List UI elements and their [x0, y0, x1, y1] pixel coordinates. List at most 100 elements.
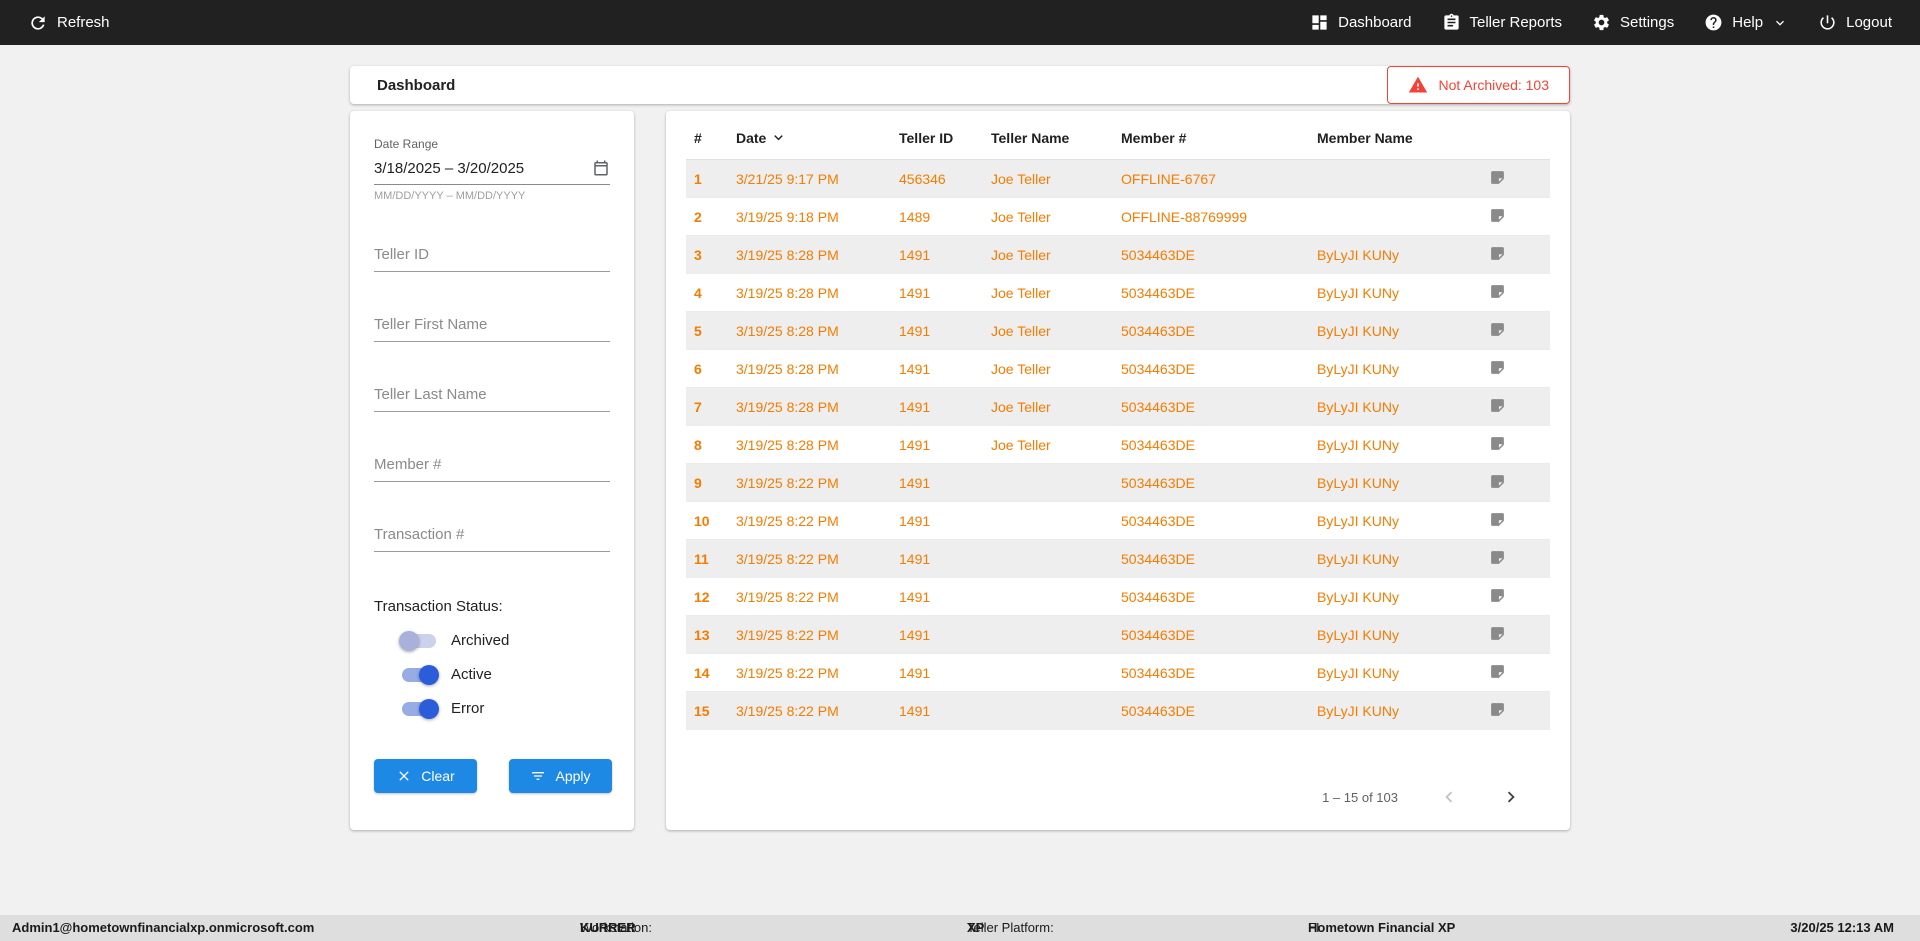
note-icon[interactable]	[1489, 359, 1506, 376]
date-range-field	[374, 153, 610, 185]
table-row[interactable]: 10 3/19/25 8:22 PM 1491 5034463DE ByLyJI…	[686, 501, 1550, 540]
refresh-button[interactable]: Refresh	[28, 13, 110, 33]
table-row[interactable]: 9 3/19/25 8:22 PM 1491 5034463DE ByLyJI …	[686, 463, 1550, 502]
main: Dashboard Not Archived: 103 Date Range M…	[0, 45, 1920, 915]
apply-button[interactable]: Apply	[509, 759, 612, 793]
col-number: #	[686, 111, 728, 160]
note-icon[interactable]	[1489, 207, 1506, 224]
teller-last-name-input[interactable]	[374, 382, 610, 412]
nav-dashboard-label: Dashboard	[1338, 14, 1412, 31]
current-datetime: 3/20/25 12:13 AM	[1790, 920, 1894, 935]
nav-help-label: Help	[1732, 14, 1764, 31]
warning-icon	[1408, 75, 1428, 95]
note-icon[interactable]	[1489, 283, 1506, 300]
col-member-name: Member Name	[1309, 111, 1481, 160]
topbar: Refresh Dashboard Teller Reports Setting…	[0, 0, 1920, 45]
nav-teller-reports[interactable]: Teller Reports	[1442, 13, 1563, 32]
nav-settings[interactable]: Settings	[1592, 13, 1674, 32]
table-row[interactable]: 2 3/19/25 9:18 PM 1489 Joe Teller OFFLIN…	[686, 197, 1550, 236]
teller-first-name-input[interactable]	[374, 312, 610, 342]
member-number-input[interactable]	[374, 452, 610, 482]
note-icon[interactable]	[1489, 663, 1506, 680]
date-range-hint: MM/DD/YYYY – MM/DD/YYYY	[374, 190, 526, 202]
error-switch[interactable]	[402, 698, 439, 719]
pagination-range: 1 – 15 of 103	[1322, 789, 1398, 805]
toggle-active[interactable]: Active	[374, 664, 610, 685]
not-archived-label: Not Archived: 103	[1438, 77, 1549, 93]
close-icon	[396, 768, 412, 784]
nav-settings-label: Settings	[1620, 14, 1675, 31]
archived-switch[interactable]	[399, 630, 436, 651]
nav-logout-label: Logout	[1846, 14, 1892, 31]
pagination: 1 – 15 of 103	[686, 786, 1550, 830]
clear-button[interactable]: Clear	[374, 759, 477, 793]
note-icon[interactable]	[1489, 625, 1506, 642]
note-icon[interactable]	[1489, 321, 1506, 338]
sort-desc-icon	[770, 129, 787, 146]
apply-button-label: Apply	[555, 768, 591, 784]
note-icon[interactable]	[1489, 587, 1506, 604]
results-panel: # Date Teller ID Teller Name Member # Me…	[666, 111, 1570, 830]
table-row[interactable]: 5 3/19/25 8:28 PM 1491 Joe Teller 503446…	[686, 311, 1550, 350]
nav-dashboard[interactable]: Dashboard	[1310, 13, 1412, 32]
dashboard-icon	[1310, 13, 1329, 32]
table-body: 1 3/21/25 9:17 PM 456346 Joe Teller OFFL…	[686, 159, 1550, 730]
note-icon[interactable]	[1489, 397, 1506, 414]
note-icon[interactable]	[1489, 245, 1506, 262]
note-icon[interactable]	[1489, 473, 1506, 490]
nav-logout[interactable]: Logout	[1818, 13, 1892, 32]
refresh-label: Refresh	[57, 14, 110, 31]
next-page-button[interactable]	[1500, 786, 1522, 808]
table-row[interactable]: 11 3/19/25 8:22 PM 1491 5034463DE ByLyJI…	[686, 539, 1550, 578]
nav-help[interactable]: Help	[1704, 13, 1788, 32]
calendar-icon[interactable]	[592, 159, 610, 177]
page-title: Dashboard	[377, 76, 456, 94]
logged-in-user: Admin1@hometownfinancialxp.onmicrosoft.c…	[12, 920, 315, 935]
table-row[interactable]: 13 3/19/25 8:22 PM 1491 5034463DE ByLyJI…	[686, 615, 1550, 654]
financial-institution-info: FI: Hometown Financial XP	[1308, 920, 1456, 935]
filter-panel: Date Range MM/DD/YYYY – MM/DD/YYYY Trans…	[350, 111, 634, 830]
toggle-error[interactable]: Error	[374, 698, 610, 719]
page-header: Dashboard Not Archived: 103	[350, 66, 1570, 104]
note-icon[interactable]	[1489, 435, 1506, 452]
table-row[interactable]: 4 3/19/25 8:28 PM 1491 Joe Teller 503446…	[686, 273, 1550, 312]
table-row[interactable]: 1 3/21/25 9:17 PM 456346 Joe Teller OFFL…	[686, 159, 1550, 198]
teller-id-input[interactable]	[374, 242, 610, 272]
active-label: Active	[451, 666, 492, 683]
transaction-number-input[interactable]	[374, 522, 610, 552]
transaction-status-label: Transaction Status:	[374, 598, 503, 615]
transactions-table: # Date Teller ID Teller Name Member # Me…	[686, 111, 1550, 730]
clipboard-icon	[1442, 13, 1461, 32]
date-range-label: Date Range	[374, 137, 439, 151]
filter-icon	[530, 768, 546, 784]
table-row[interactable]: 7 3/19/25 8:28 PM 1491 Joe Teller 503446…	[686, 387, 1550, 426]
help-icon	[1704, 13, 1723, 32]
table-row[interactable]: 15 3/19/25 8:22 PM 1491 5034463DE ByLyJI…	[686, 691, 1550, 730]
table-row[interactable]: 6 3/19/25 8:28 PM 1491 Joe Teller 503446…	[686, 349, 1550, 388]
teller-platform-info: Teller Platform: XP	[967, 920, 1054, 935]
toggle-archived[interactable]: Archived	[374, 630, 610, 651]
col-note	[1481, 111, 1550, 160]
nav-teller-reports-label: Teller Reports	[1469, 14, 1563, 31]
date-range-input[interactable]	[374, 159, 592, 177]
status-bar: Admin1@hometownfinancialxp.onmicrosoft.c…	[0, 915, 1920, 941]
clear-button-label: Clear	[421, 768, 455, 784]
previous-page-button[interactable]	[1438, 786, 1460, 808]
table-row[interactable]: 14 3/19/25 8:22 PM 1491 5034463DE ByLyJI…	[686, 653, 1550, 692]
col-teller-name: Teller Name	[983, 111, 1113, 160]
active-switch[interactable]	[402, 664, 439, 685]
table-row[interactable]: 12 3/19/25 8:22 PM 1491 5034463DE ByLyJI…	[686, 577, 1550, 616]
note-icon[interactable]	[1489, 511, 1506, 528]
chevron-down-icon	[1772, 15, 1788, 31]
table-row[interactable]: 3 3/19/25 8:28 PM 1491 Joe Teller 503446…	[686, 235, 1550, 274]
table-header-row: # Date Teller ID Teller Name Member # Me…	[686, 111, 1550, 160]
not-archived-badge: Not Archived: 103	[1387, 66, 1570, 104]
topbar-nav: Dashboard Teller Reports Settings Help L…	[1310, 13, 1892, 32]
workstation-info: Workstation: KURRER	[580, 920, 653, 935]
power-icon	[1818, 13, 1837, 32]
note-icon[interactable]	[1489, 169, 1506, 186]
table-row[interactable]: 8 3/19/25 8:28 PM 1491 Joe Teller 503446…	[686, 425, 1550, 464]
note-icon[interactable]	[1489, 701, 1506, 718]
col-date[interactable]: Date	[728, 111, 891, 160]
note-icon[interactable]	[1489, 549, 1506, 566]
